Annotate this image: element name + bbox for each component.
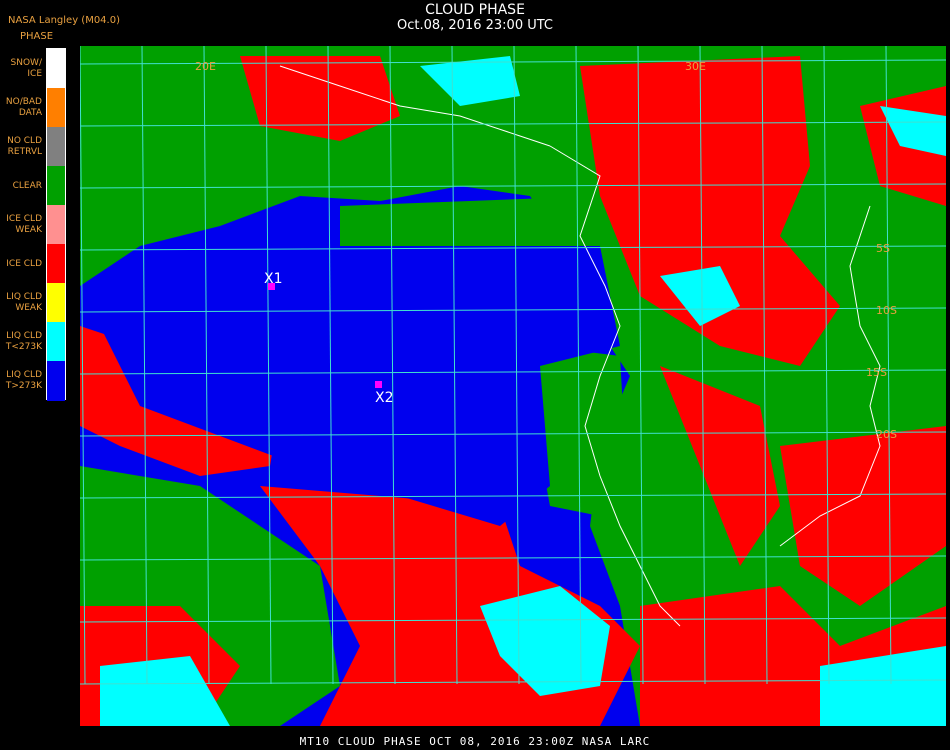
marker-x2[interactable] [375,381,382,388]
grid-label-20s: 20S [876,428,897,441]
legend-label-ice-cld-weak: ICE CLD WEAK [6,214,42,235]
map-title: CLOUD PHASE [425,2,525,18]
legend-swatch-snow-ice [47,49,65,88]
legend-swatch-no-bad-data [47,88,65,127]
grid-label-20e: 20E [195,60,216,73]
legend-label-liq-cld-weak: LIQ CLD WEAK [6,292,42,313]
cloud-phase-image: 20E 30E 5S 10S 15S 20S X1 X2 [80,46,946,726]
grid-label-5s: 5S [876,242,890,255]
legend-label-no-cld-retrvl: NO CLD RETRVL [7,136,42,157]
legend-label-no-bad-data: NO/BAD DATA [5,97,42,118]
color-legend [46,48,66,401]
grid-label-30e: 30E [685,60,706,73]
legend-label-snow-ice: SNOW/ ICE [10,58,42,79]
footer-caption: MT10 CLOUD PHASE OCT 08, 2016 23:00Z NAS… [299,735,651,748]
map-datetime: Oct.08, 2016 23:00 UTC [397,18,553,33]
legend-swatch-clear [47,166,65,205]
legend-swatch-liq-cld-warm [47,361,65,401]
legend-label-liq-cld-warm: LIQ CLD T>273K [5,370,42,391]
satellite-map[interactable]: 20E 30E 5S 10S 15S 20S X1 X2 [80,46,946,726]
legend-swatch-ice-cld-weak [47,205,65,244]
source-label: NASA Langley (M04.0) [8,15,120,26]
legend-swatch-liq-cld-cold [47,322,65,361]
grid-label-10s: 10S [876,304,897,317]
marker-x2-label: X2 [375,390,394,406]
legend-swatch-liq-cld-weak [47,283,65,322]
grid-label-15s: 15S [866,366,887,379]
marker-x1-label: X1 [264,271,283,287]
legend-label-clear: CLEAR [12,181,42,191]
legend-title: PHASE [20,31,54,42]
legend-swatch-ice-cld [47,244,65,283]
legend-label-ice-cld: ICE CLD [6,259,42,269]
legend-label-liq-cld-cold: LIQ CLD T<273K [5,331,42,352]
legend-swatch-no-cld-retrvl [47,127,65,166]
